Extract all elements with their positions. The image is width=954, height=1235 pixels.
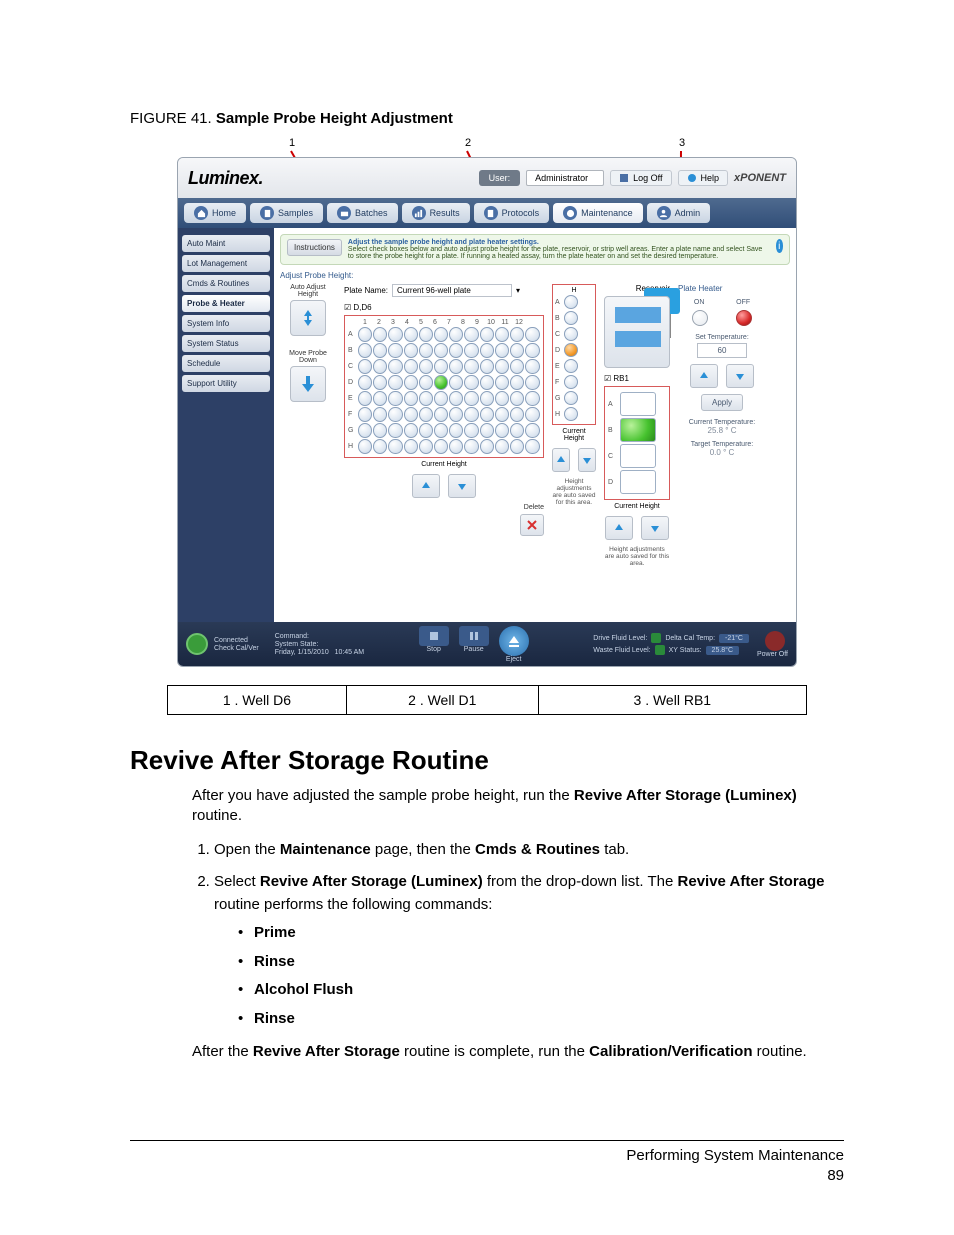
side-cmds-routines[interactable]: Cmds & Routines <box>182 275 270 292</box>
stop-icon <box>429 631 439 641</box>
strip-up-button[interactable] <box>552 448 570 472</box>
plate-grid-96[interactable]: 123456789101112 ABCDEFGH <box>344 315 544 458</box>
page-footer: Performing System Maintenance89 <box>626 1146 844 1185</box>
pause-icon <box>469 631 479 641</box>
batches-icon <box>337 206 351 220</box>
nav-maintenance[interactable]: Maintenance <box>553 203 643 223</box>
heater-on-radio[interactable] <box>692 310 708 326</box>
figure-screenshot: 1 2 3 Luminex. User: Administrator Log O… <box>177 137 797 667</box>
apply-button[interactable]: Apply <box>701 394 743 411</box>
status-footer: Connected Check Cal/Ver Command: System … <box>178 622 796 666</box>
plate-down-button[interactable] <box>448 474 476 498</box>
check-icon <box>651 633 661 643</box>
plate-name-input[interactable] <box>392 284 512 297</box>
main-panel: Instructions Adjust the sample probe hei… <box>274 228 796 622</box>
reservoir-grid[interactable]: A B C D <box>604 386 670 500</box>
commands-list: Prime Rinse Alcohol Flush Rinse <box>238 922 844 1030</box>
figure-legend: 1 . Well D6 2 . Well D1 3 . Well RB1 <box>167 685 807 715</box>
side-support-utility[interactable]: Support Utility <box>182 375 270 392</box>
plate-name-label: Plate Name: <box>344 286 388 295</box>
set-temp-input[interactable]: 60 <box>697 343 747 358</box>
auto-adjust-button[interactable] <box>290 300 326 336</box>
res-up-button[interactable] <box>605 516 633 540</box>
auto-adjust-icon <box>298 308 318 328</box>
move-down-button[interactable] <box>290 366 326 402</box>
side-schedule[interactable]: Schedule <box>182 355 270 372</box>
move-down-icon <box>298 374 318 394</box>
results-icon <box>412 206 426 220</box>
section-heading: Revive After Storage Routine <box>130 745 844 776</box>
temp-down-button[interactable] <box>726 364 754 388</box>
user-value: Administrator <box>526 170 604 186</box>
eject-icon <box>507 634 521 648</box>
side-lot-mgmt[interactable]: Lot Management <box>182 255 270 272</box>
reservoir-diagram <box>604 296 670 368</box>
closing-paragraph: After the Revive After Storage routine i… <box>192 1042 844 1062</box>
delete-icon <box>526 519 538 531</box>
logoff-icon <box>619 173 629 183</box>
arrow-up-icon <box>420 480 432 492</box>
side-system-status[interactable]: System Status <box>182 335 270 352</box>
app-logo: Luminex. <box>188 168 263 189</box>
instructions-bar: Instructions Adjust the sample probe hei… <box>280 234 790 265</box>
nav-results[interactable]: Results <box>402 203 470 223</box>
eject-button[interactable] <box>499 626 529 656</box>
step-1: Open the Maintenance page, then the Cmds… <box>214 839 844 862</box>
res-down-button[interactable] <box>641 516 669 540</box>
maintenance-sidebar: Auto Maint Lot Management Cmds & Routine… <box>178 228 274 622</box>
side-probe-heater[interactable]: Probe & Heater <box>182 295 270 312</box>
protocols-icon <box>484 206 498 220</box>
side-auto-maint[interactable]: Auto Maint <box>182 235 270 252</box>
arrow-down-icon <box>456 480 468 492</box>
app-titlebar: Luminex. User: Administrator Log Off Hel… <box>178 158 796 198</box>
auto-adjust-height: Auto Adjust Height <box>280 284 336 336</box>
help-icon <box>687 173 697 183</box>
connected-icon <box>186 633 208 655</box>
side-system-info[interactable]: System Info <box>182 315 270 332</box>
pause-button[interactable] <box>459 626 489 646</box>
power-off-button[interactable] <box>765 631 785 651</box>
strip-down-button[interactable] <box>578 448 596 472</box>
nav-samples[interactable]: Samples <box>250 203 323 223</box>
plate-chk-dd6[interactable]: ☑ D,D6 <box>344 303 544 312</box>
steps-list: Open the Maintenance page, then the Cmds… <box>192 839 844 1031</box>
help-button[interactable]: Help <box>678 170 729 186</box>
logoff-button[interactable]: Log Off <box>610 170 671 186</box>
user-label: User: <box>479 170 521 186</box>
nav-batches[interactable]: Batches <box>327 203 398 223</box>
home-icon <box>194 206 208 220</box>
main-nav: Home Samples Batches Results Protocols M… <box>178 198 796 228</box>
strip-grid[interactable]: H ABCDEFGH <box>552 284 596 425</box>
nav-admin[interactable]: Admin <box>647 203 711 223</box>
section-title: Adjust Probe Height: <box>280 271 790 280</box>
heater-off-radio[interactable] <box>736 310 752 326</box>
delete-button[interactable] <box>520 514 544 536</box>
move-probe-down: Move Probe Down <box>280 350 336 402</box>
nav-home[interactable]: Home <box>184 203 246 223</box>
figure-caption: FIGURE 41. Sample Probe Height Adjustmen… <box>130 110 844 127</box>
maintenance-icon <box>563 206 577 220</box>
step-2: Select Revive After Storage (Luminex) fr… <box>214 871 844 1030</box>
intro-paragraph: After you have adjusted the sample probe… <box>192 786 844 827</box>
info-icon[interactable]: i <box>776 239 784 253</box>
instructions-button[interactable]: Instructions <box>287 239 342 256</box>
annot-3: 3 <box>679 137 685 149</box>
nav-protocols[interactable]: Protocols <box>474 203 550 223</box>
plate-up-button[interactable] <box>412 474 440 498</box>
stop-button[interactable] <box>419 626 449 646</box>
brand-label: xPONENT <box>734 172 786 184</box>
reservoir-chk-rb1[interactable]: ☑ RB1 <box>604 374 670 383</box>
temp-up-button[interactable] <box>690 364 718 388</box>
admin-icon <box>657 206 671 220</box>
annot-2: 2 <box>465 137 471 149</box>
annot-1: 1 <box>289 137 295 149</box>
samples-icon <box>260 206 274 220</box>
